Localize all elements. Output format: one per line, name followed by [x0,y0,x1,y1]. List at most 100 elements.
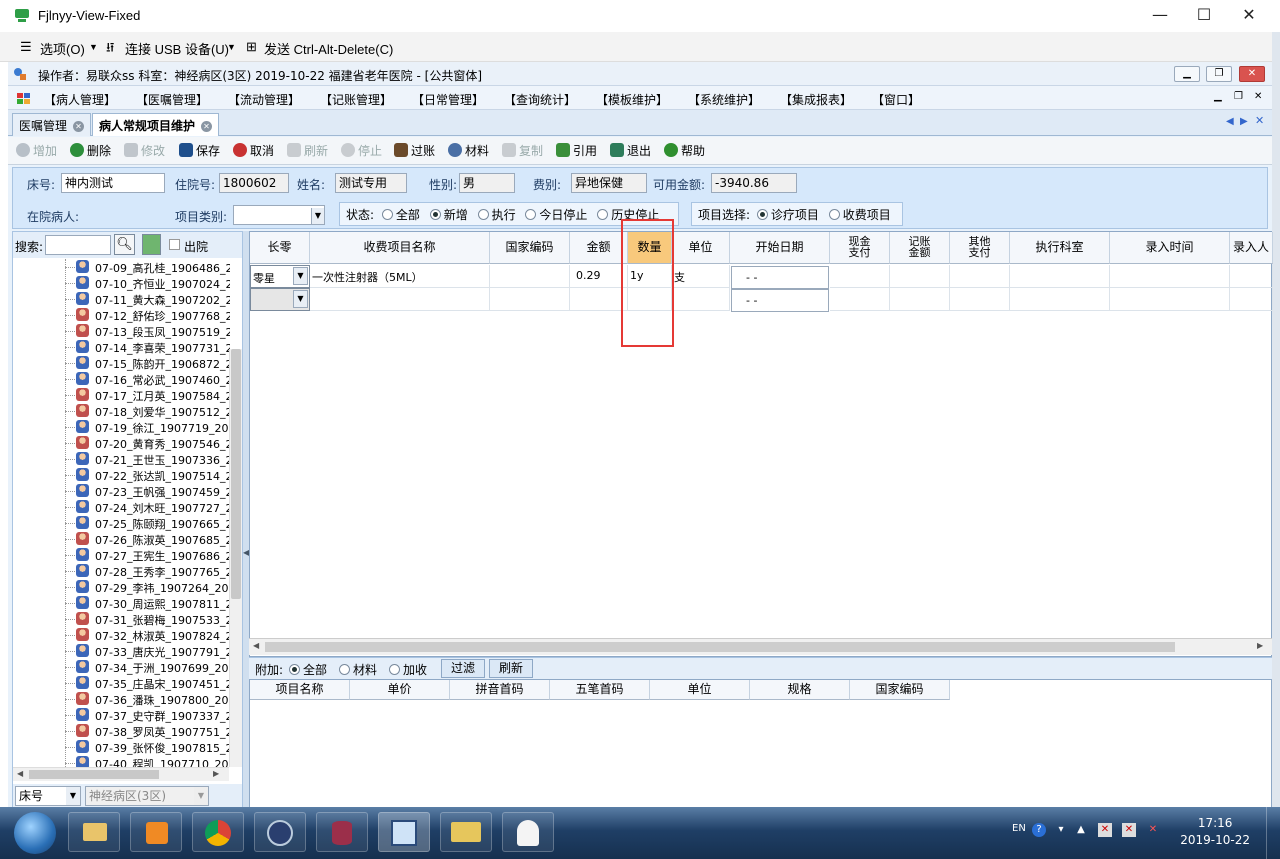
usb-dropdown-icon[interactable]: ▼ [227,42,236,52]
patient-list-hscrollbar[interactable]: ◀ ▶ [13,767,229,781]
taskbar-media-icon[interactable] [130,812,182,852]
stop-button[interactable]: 停止 [341,142,382,160]
search-icon[interactable]: 🔍︎ [114,234,135,255]
bed-sort-dropdown-icon[interactable]: ▼ [66,787,80,805]
close-button[interactable]: ✕ [1226,0,1272,32]
material-button[interactable]: 材料 [448,142,489,160]
language-indicator[interactable]: EN [1012,823,1026,834]
patient-list-item[interactable]: 07-10_齐恒业_1907024_2 [13,275,230,291]
add-button[interactable]: 增加 [16,142,57,160]
menu-patient[interactable]: 【病人管理】 [44,91,116,108]
addon-col-unit-header[interactable]: 单位 [650,680,750,700]
options-dropdown-icon[interactable]: ▼ [89,42,98,52]
patient-list-item[interactable]: 07-37_史守群_1907337_2 [13,707,230,723]
bed-field[interactable]: 神内测试 [61,173,165,193]
col-entry-time-header[interactable]: 录入时间 [1110,232,1230,264]
col-unit-cell[interactable] [672,288,730,311]
taskbar-hospital-icon[interactable] [502,812,554,852]
addon-all[interactable]: 全部 [289,661,327,678]
col-amount-cell[interactable] [570,288,628,311]
menu-orders[interactable]: 【医嘱管理】 [136,91,208,108]
patient-list-item[interactable]: 07-34_于洲_1907699_201 [13,659,230,675]
addon-col-price-header[interactable]: 单价 [350,680,450,700]
ward-select[interactable]: 神经病区(3区) [85,786,209,806]
scroll-right-icon[interactable]: ▶ [213,769,219,778]
menu-restore-icon[interactable]: ❐ [1234,91,1243,102]
col-national-code-cell[interactable] [490,265,570,288]
patient-list-item[interactable]: 07-40_程凯_1907710_201 [13,755,230,767]
patient-list-item[interactable]: 07-13_段玉凤_1907519_2 [13,323,230,339]
patient-list-item[interactable]: 07-29_李祎_1907264_201 [13,579,230,595]
col-start-date-cell[interactable]: - - [731,289,829,312]
category-dropdown-icon[interactable]: ▼ [311,208,324,224]
usb-menu[interactable]: 连接 USB 设备(U) [125,39,229,58]
patient-list-item[interactable]: 07-21_王世玉_1907336_2 [13,451,230,467]
addon-filter-button[interactable]: 过滤 [441,659,485,678]
grid-scroll-right-icon[interactable]: ▶ [1257,641,1263,650]
col-billed-amount-cell[interactable] [890,265,950,288]
tab-orders[interactable]: 医嘱管理 ✕ [12,113,92,136]
col-cash-pay-header[interactable]: 现金 支付 [830,232,890,264]
grid-hscrollbar[interactable]: ◀ ▶ [249,638,1272,655]
tray-security-icon[interactable]: ✕ [1098,823,1112,837]
mdi-minimize-button[interactable]: ▁ [1174,66,1200,82]
status-new-radio[interactable] [429,209,441,220]
minimize-button[interactable]: — [1137,0,1183,32]
menu-template[interactable]: 【模板维护】 [596,91,668,108]
search-input[interactable] [45,235,111,255]
col-cash-pay-cell[interactable] [830,265,890,288]
tab-close-icon[interactable]: ✕ [201,121,213,132]
help-tray-icon[interactable]: ? [1032,823,1046,837]
options-menu[interactable]: 选项(O) [40,39,85,58]
col-type-header[interactable]: 长零 [250,232,310,264]
addon-surcharge-radio[interactable] [389,664,400,675]
discharged-checkbox[interactable] [169,239,180,250]
patient-list-item[interactable]: 07-19_徐江_1907719_201 [13,419,230,435]
col-exec-dept-cell[interactable] [1010,288,1110,311]
patient-list-item[interactable]: 07-14_李喜荣_1907731_2 [13,339,230,355]
patient-list-item[interactable]: 07-15_陈韵开_1906872_2 [13,355,230,371]
col-amount-header[interactable]: 金额 [570,232,628,264]
taskbar-database-icon[interactable] [316,812,368,852]
col-national-code-cell[interactable] [490,288,570,311]
exit-button[interactable]: 退出 [610,142,651,160]
patient-list-item[interactable]: 07-32_林淑英_1907824_2 [13,627,230,643]
selection-charge[interactable]: 收费项目 [828,208,891,222]
addon-material-radio[interactable] [339,664,350,675]
col-entry-time-cell[interactable] [1110,288,1230,311]
post-button[interactable]: 过账 [394,142,435,160]
help-button[interactable]: 帮助 [664,142,705,160]
col-item-name-header[interactable]: 收费项目名称 [310,232,490,264]
status-all-radio[interactable] [381,209,393,220]
patient-list-item[interactable]: 07-28_王秀李_1907765_2 [13,563,230,579]
menu-billing[interactable]: 【记账管理】 [320,91,392,108]
col-other-pay-cell[interactable] [950,265,1010,288]
col-cash-pay-cell[interactable] [830,288,890,311]
maximize-button[interactable]: ☐ [1181,0,1227,32]
status-new[interactable]: 新增 [429,208,468,222]
patient-list-item[interactable]: 07-22_张达凯_1907514_2 [13,467,230,483]
addon-col-wubi-header[interactable]: 五笔首码 [550,680,650,700]
status-stop-today-radio[interactable] [525,209,537,220]
patient-list-item[interactable]: 07-23_王帆强_1907459_2 [13,483,230,499]
patient-list-item[interactable]: 07-16_常必武_1907460_2 [13,371,230,387]
patient-list-item[interactable]: 07-38_罗凤英_1907751_2 [13,723,230,739]
refresh-list-icon[interactable] [142,234,161,255]
grid-hscroll-thumb[interactable] [265,642,1175,652]
addon-col-national-code-header[interactable]: 国家编码 [850,680,950,700]
status-stop-today[interactable]: 今日停止 [525,208,587,222]
col-billed-amount-cell[interactable] [890,288,950,311]
patient-list-item[interactable]: 07-09_高孔桂_1906486_2 [13,259,230,275]
patient-list-item[interactable]: 07-30_周运熙_1907811_2 [13,595,230,611]
selection-charge-radio[interactable] [828,209,840,220]
refresh-button[interactable]: 刷新 [287,142,328,160]
selection-diagnosis[interactable]: 诊疗项目 [756,208,819,222]
patient-list-scroll-thumb[interactable] [231,349,241,599]
start-button[interactable] [14,812,56,854]
scroll-left-icon[interactable]: ◀ [17,769,23,778]
patient-list-item[interactable]: 07-27_王宪生_1907686_2 [13,547,230,563]
menu-close-icon[interactable]: ✕ [1254,91,1262,102]
selection-diagnosis-radio[interactable] [756,209,768,220]
tray-expand-icon[interactable]: ▲ [1074,823,1088,837]
tray-network-icon[interactable]: ✕ [1122,823,1136,837]
